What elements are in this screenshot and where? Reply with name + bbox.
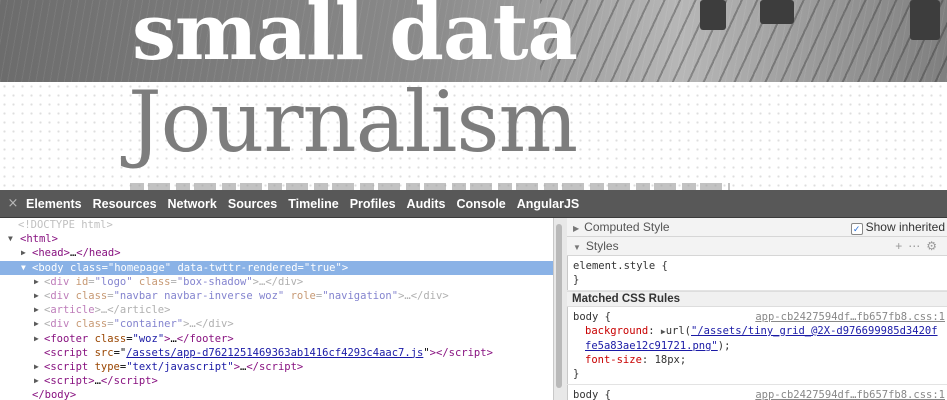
dom-node-script-app[interactable]: <script src="/assets/app-d7621251469363a… — [0, 346, 553, 360]
devtools-panel: × Elements Resources Network Sources Tim… — [0, 190, 947, 400]
dom-node-html[interactable]: ▼ <html> — [0, 232, 553, 246]
collapsed-arrow-icon[interactable]: ▶ — [21, 246, 26, 260]
web-page: small data Journalism — [0, 0, 947, 190]
tab-profiles[interactable]: Profiles — [350, 197, 396, 211]
expanded-arrow-icon[interactable]: ▼ — [21, 261, 26, 275]
tab-resources[interactable]: Resources — [93, 197, 157, 211]
add-rule-icon[interactable]: + — [895, 239, 908, 253]
expanded-arrow-icon: ▼ — [573, 243, 581, 252]
tab-sources[interactable]: Sources — [228, 197, 277, 211]
collapsed-arrow-icon[interactable]: ▶ — [34, 275, 39, 289]
css-rule-body-2[interactable]: body { app-cb2427594df…fb657fb8.css:1 — [567, 385, 947, 400]
devtools-toolbar: × Elements Resources Network Sources Tim… — [0, 190, 947, 218]
tab-timeline[interactable]: Timeline — [288, 197, 338, 211]
subtitle-text-cut — [130, 183, 730, 190]
styles-sidebar: ▶ Computed Style ✓ Show inherited ▼ Styles … — [567, 218, 947, 400]
checkbox-checked-icon[interactable]: ✓ — [850, 223, 863, 235]
show-inherited-toggle[interactable]: ✓ Show inherited — [850, 218, 945, 236]
script-src-link[interactable]: /assets/app-d7621251469363ab1416cf4293c4… — [126, 347, 423, 359]
css-rule-body-1[interactable]: body { app-cb2427594df…fb657fb8.css:1 ba… — [567, 307, 947, 385]
collapsed-arrow-icon[interactable]: ▶ — [34, 360, 39, 374]
element-state-icon[interactable]: ⋯ — [908, 239, 926, 253]
dom-node-body-selected[interactable]: ▼ <body class="homepage" data-twttr-rend… — [0, 260, 553, 275]
dom-node-div-container[interactable]: ▶ <div class="container">…</div> — [0, 317, 553, 331]
collapsed-arrow-icon[interactable]: ▶ — [34, 332, 39, 346]
css-source-link[interactable]: app-cb2427594df…fb657fb8.css:1 — [755, 310, 945, 324]
gear-icon[interactable]: ⚙ — [926, 239, 943, 253]
expanded-arrow-icon[interactable]: ▼ — [8, 232, 13, 246]
tab-network[interactable]: Network — [168, 197, 217, 211]
tab-console[interactable]: Console — [456, 197, 505, 211]
dom-tree: <!DOCTYPE html> ▼ <html> ▶ <head>…</head… — [0, 218, 553, 400]
collapsed-arrow-icon[interactable]: ▶ — [34, 317, 39, 331]
dom-node-div-navbar[interactable]: ▶ <div class="navbar navbar-inverse woz"… — [0, 289, 553, 303]
css-source-link[interactable]: app-cb2427594df…fb657fb8.css:1 — [755, 388, 945, 400]
matched-css-rules-header: Matched CSS Rules — [567, 291, 947, 307]
tab-angularjs[interactable]: AngularJS — [517, 197, 580, 211]
scrollbar-thumb[interactable] — [556, 224, 562, 388]
tab-elements[interactable]: Elements — [26, 197, 82, 211]
dom-node-div-logo[interactable]: ▶ <div id="logo" class="box-shadow">…</d… — [0, 275, 553, 289]
collapsed-arrow-icon[interactable]: ▶ — [34, 374, 39, 388]
collapsed-arrow-icon[interactable]: ▶ — [34, 289, 39, 303]
collapsed-arrow-icon[interactable]: ▶ — [34, 303, 39, 317]
site-title-line2: Journalism — [128, 73, 578, 171]
dom-node-footer[interactable]: ▶ <footer class="woz">…</footer> — [0, 332, 553, 346]
site-title-line1: small data — [132, 0, 578, 78]
element-style-rule[interactable]: element.style { } — [567, 256, 947, 291]
tab-audits[interactable]: Audits — [407, 197, 446, 211]
dom-node-script[interactable]: ▶ <script>…</script> — [0, 374, 553, 388]
header-photo: small data — [0, 0, 947, 82]
dom-node-doctype[interactable]: <!DOCTYPE html> — [0, 218, 553, 232]
computed-style-header[interactable]: ▶ Computed Style ✓ Show inherited — [567, 218, 947, 237]
close-devtools-icon[interactable]: × — [0, 196, 26, 211]
styles-toolbar-icons: +⋯⚙ — [895, 237, 943, 255]
dom-node-article[interactable]: ▶ <article>…</article> — [0, 303, 553, 317]
dom-node-body-close[interactable]: </body> — [0, 388, 553, 400]
dom-node-head[interactable]: ▶ <head>…</head> — [0, 246, 553, 260]
collapsed-arrow-icon: ▶ — [573, 224, 580, 233]
dom-node-script-inline[interactable]: ▶ <script type="text/javascript">…</scri… — [0, 360, 553, 374]
styles-header[interactable]: ▼ Styles +⋯⚙ — [567, 237, 947, 256]
